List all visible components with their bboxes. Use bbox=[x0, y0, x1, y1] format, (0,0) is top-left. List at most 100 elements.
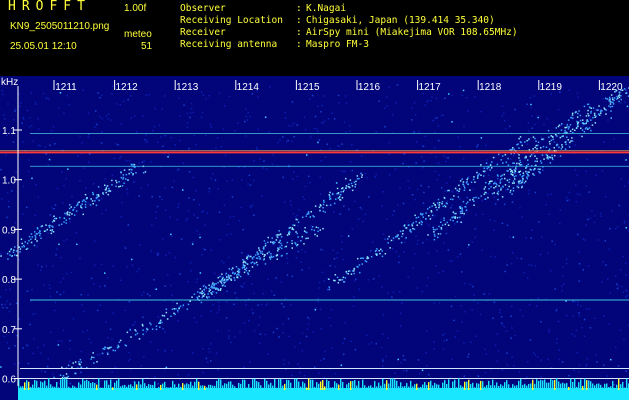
meteor-echo bbox=[570, 140, 572, 142]
meteor-echo bbox=[118, 341, 121, 343]
meteor-echo bbox=[111, 184, 113, 186]
meteor-echo bbox=[534, 155, 536, 157]
noise-speck bbox=[223, 262, 225, 264]
noise-floor-spike bbox=[210, 384, 212, 390]
meteor-echo bbox=[402, 230, 404, 232]
meteor-echo bbox=[173, 308, 176, 310]
noise-speck bbox=[384, 126, 386, 128]
noise-speck bbox=[474, 236, 477, 239]
noise-floor-spike bbox=[294, 378, 296, 390]
meteor-echo bbox=[136, 332, 139, 335]
noise-speck bbox=[462, 89, 465, 92]
noise-floor-spike bbox=[120, 386, 122, 390]
noise-speck bbox=[43, 344, 45, 346]
noise-speck bbox=[504, 119, 506, 122]
noise-speck bbox=[341, 241, 343, 243]
meteor-echo bbox=[592, 116, 594, 119]
noise-speck bbox=[9, 303, 12, 305]
meteor-echo bbox=[557, 125, 560, 128]
noise-speck bbox=[123, 100, 125, 102]
noise-speck bbox=[607, 119, 609, 121]
noise-speck bbox=[127, 360, 130, 362]
noise-floor-spike bbox=[436, 384, 438, 390]
noise-floor-spike bbox=[88, 381, 90, 390]
meteor-echo bbox=[454, 217, 456, 219]
noise-speck bbox=[138, 162, 141, 164]
meteor-echo bbox=[569, 124, 572, 126]
noise-floor-spike bbox=[548, 382, 550, 390]
meteor-echo bbox=[295, 218, 297, 221]
meteor-echo bbox=[302, 216, 304, 218]
noise-speck bbox=[177, 311, 179, 313]
noise-speck bbox=[1, 90, 3, 92]
meteor-echo bbox=[512, 173, 514, 176]
noise-speck bbox=[308, 175, 310, 178]
meteor-echo bbox=[221, 282, 223, 285]
meteor-echo bbox=[264, 254, 266, 256]
meteor-echo bbox=[613, 99, 615, 102]
meteor-echo bbox=[111, 179, 113, 182]
noise-speck bbox=[234, 336, 236, 339]
meteor-echo bbox=[625, 92, 628, 94]
noise-floor-spike bbox=[134, 381, 136, 390]
meteor-echo bbox=[600, 112, 602, 114]
meteor-echo bbox=[526, 177, 528, 180]
meteor-echo bbox=[546, 154, 549, 157]
noise-speck bbox=[283, 306, 285, 308]
meteor-echo bbox=[186, 308, 189, 310]
noise-speck bbox=[242, 228, 244, 231]
noise-speck bbox=[501, 105, 504, 107]
meteor-echo bbox=[80, 361, 82, 363]
noise-speck bbox=[444, 97, 446, 100]
noise-speck bbox=[157, 316, 159, 318]
noise-speck bbox=[132, 381, 135, 383]
noise-speck bbox=[603, 364, 605, 366]
noise-speck bbox=[150, 161, 152, 163]
noise-speck bbox=[191, 243, 194, 245]
meteor-echo bbox=[159, 319, 162, 322]
meteor-echo bbox=[389, 247, 391, 249]
meteor-echo bbox=[211, 283, 214, 285]
meteor-echo bbox=[519, 179, 521, 182]
meteor-echo bbox=[489, 180, 492, 182]
meteor-echo bbox=[501, 196, 504, 198]
meteor-echo bbox=[436, 228, 438, 230]
meteor-echo bbox=[437, 233, 440, 235]
meteor-echo bbox=[376, 248, 378, 250]
noise-floor-spike bbox=[170, 387, 172, 390]
meteor-echo bbox=[329, 198, 332, 200]
meteor-echo bbox=[553, 147, 555, 149]
noise-speck bbox=[14, 108, 17, 110]
meteor-echo bbox=[277, 247, 279, 250]
noise-floor-spike bbox=[70, 387, 72, 390]
noise-speck bbox=[512, 154, 515, 157]
meteor-echo bbox=[432, 202, 435, 205]
noise-speck bbox=[164, 209, 167, 211]
noise-speck bbox=[253, 214, 255, 216]
noise-speck bbox=[503, 326, 506, 328]
noise-floor-spike bbox=[472, 382, 474, 390]
noise-speck bbox=[251, 308, 253, 311]
meteor-echo bbox=[508, 181, 510, 183]
noise-speck bbox=[445, 232, 448, 235]
meteor-echo bbox=[94, 200, 96, 202]
noise-speck bbox=[385, 355, 388, 358]
noise-floor-spike bbox=[420, 386, 422, 390]
meteor-echo bbox=[250, 255, 252, 258]
meteor-echo bbox=[53, 220, 56, 222]
app-logo: HROFFT bbox=[8, 0, 91, 14]
noise-speck bbox=[243, 282, 245, 285]
noise-speck bbox=[597, 239, 599, 241]
noise-speck bbox=[490, 255, 492, 257]
noise-speck bbox=[415, 162, 417, 164]
noise-speck bbox=[336, 252, 339, 254]
meteor-echo bbox=[215, 283, 217, 285]
noise-floor-spike bbox=[114, 382, 116, 390]
noise-speck bbox=[482, 213, 484, 216]
noise-speck bbox=[196, 278, 199, 280]
noise-speck bbox=[237, 122, 239, 124]
noise-speck bbox=[511, 305, 513, 308]
meteor-echo bbox=[356, 175, 359, 177]
noise-speck bbox=[49, 144, 51, 146]
noise-speck bbox=[149, 295, 151, 297]
